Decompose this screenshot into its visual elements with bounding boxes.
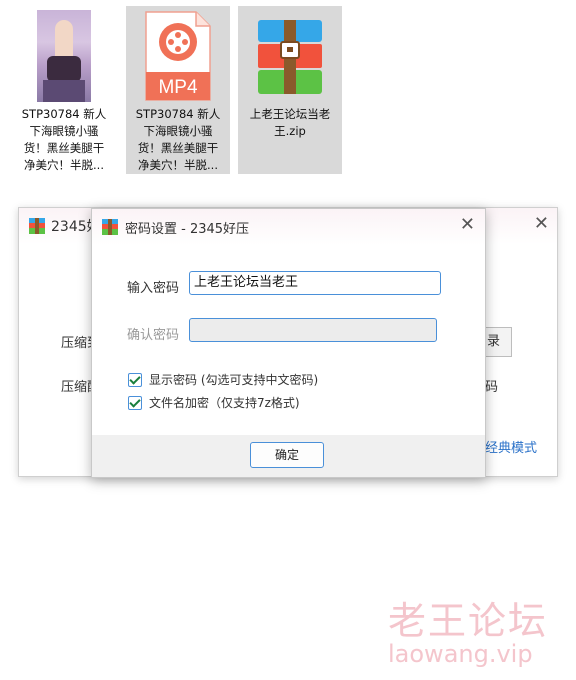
file-name: STP30784 新人 下海眼镜小骚 货！黑丝美腿干 净美穴！半脱...: [21, 107, 107, 172]
zip-archive-icon: [258, 20, 322, 94]
watermark-url: laowang.vip: [388, 640, 533, 668]
watermark-title: 老王论坛: [388, 599, 549, 643]
confirm-password-label: 确认密码: [127, 328, 180, 343]
confirm-row: 确认密码: [127, 324, 187, 343]
ok-button[interactable]: 确定: [250, 442, 324, 468]
file-name: 上老王论坛当老 王.zip: [249, 107, 331, 138]
encrypt-filenames-label: 文件名加密（仅支持7z格式): [149, 396, 300, 410]
checkbox-checked-icon: [128, 395, 142, 410]
password-settings-dialog: 密码设置 - 2345好压 ✕ 输入密码 上老王论坛当老王 确认密码 显示密码 …: [91, 208, 486, 478]
show-password-checkbox[interactable]: 显示密码 (勾选可支持中文密码): [128, 371, 318, 388]
app-icon: [29, 218, 45, 234]
confirm-password-input[interactable]: [189, 318, 437, 342]
show-password-label: 显示密码 (勾选可支持中文密码): [149, 373, 319, 387]
mp4-file-icon: MP4: [145, 11, 211, 101]
app-icon: [102, 219, 118, 235]
checkbox-checked-icon: [128, 372, 142, 387]
file-name: STP30784 新人 下海眼镜小骚 货！黑丝美腿干 净美穴！半脱...: [135, 107, 221, 172]
dialog-title: 密码设置 - 2345好压: [125, 222, 250, 237]
classic-mode-link[interactable]: 经典模式: [485, 437, 537, 456]
password-input[interactable]: 上老王论坛当老王: [189, 271, 441, 295]
file-item-mp4[interactable]: MP4 STP30784 新人 下海眼镜小骚 货！黑丝美腿干 净美穴！半脱...: [126, 6, 230, 174]
svg-text:MP4: MP4: [158, 77, 198, 98]
file-item-zip[interactable]: 上老王论坛当老 王.zip: [238, 6, 342, 174]
password-row: 输入密码: [127, 277, 187, 296]
close-icon[interactable]: ✕: [460, 214, 475, 235]
password-label-partial: 码: [485, 380, 499, 395]
photo-thumbnail: [37, 10, 91, 102]
file-item-photo[interactable]: STP30784 新人 下海眼镜小骚 货！黑丝美腿干 净美穴！半脱...: [12, 6, 116, 174]
encrypt-filenames-checkbox[interactable]: 文件名加密（仅支持7z格式): [128, 394, 300, 411]
password-label: 输入密码: [127, 281, 180, 296]
close-icon[interactable]: ✕: [534, 213, 549, 234]
